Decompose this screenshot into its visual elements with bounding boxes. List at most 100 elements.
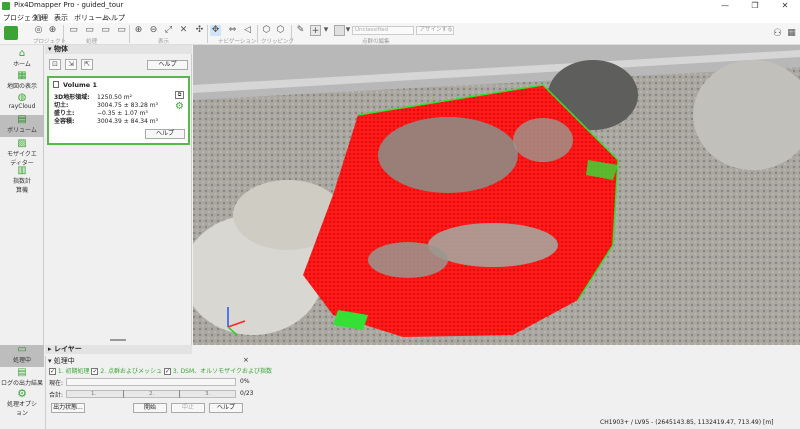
user-account-icon[interactable]: ⚇: [772, 28, 783, 39]
step3-checkbox[interactable]: ✓: [163, 368, 171, 375]
stop-button[interactable]: 中止: [171, 403, 205, 413]
point-cloud-view: [193, 45, 800, 354]
close-processing-icon[interactable]: ×: [243, 356, 249, 364]
current-progress-bar: [66, 378, 236, 386]
import-volume-button[interactable]: ⇲: [65, 59, 77, 70]
navigation-fly-icon[interactable]: ◁: [242, 25, 253, 36]
toolbar-group-clipping: クリッピング: [261, 39, 295, 45]
window-title: Pix4Dmapper Pro - guided_tour: [14, 1, 124, 9]
volume-card[interactable]: Volume 1 3D地形領域: 1250.50 m² 切土: 3004.75 ± …: [47, 76, 190, 145]
layers-section-header[interactable]: ▸ レイヤー: [45, 345, 192, 354]
total-label: 合計:: [49, 392, 64, 399]
process-step4-icon[interactable]: ▭: [116, 25, 127, 36]
step2-checkbox[interactable]: ✓: [91, 368, 99, 375]
processing-help-button[interactable]: ヘルプ: [209, 403, 243, 413]
raycloud-icon: ◍: [17, 92, 27, 103]
new-volume-button[interactable]: ⊡: [49, 59, 61, 70]
nav-volumes[interactable]: ▤ ボリューム: [0, 115, 44, 137]
volume-name: Volume 1: [63, 81, 97, 89]
nav-processing-options-label: 処理オプション: [7, 401, 38, 417]
nav-map-view[interactable]: ▦ 地図の表示: [0, 70, 44, 91]
layer-color-icon[interactable]: [334, 25, 345, 36]
toolbar-separator: [257, 25, 258, 43]
objects-title: 物体: [53, 45, 68, 53]
process-step3-icon[interactable]: ▭: [100, 25, 111, 36]
nav-processing[interactable]: ▭ 処理中: [0, 345, 44, 367]
home-icon: ⌂: [18, 48, 26, 59]
settings-gear-icon[interactable]: ⚙: [175, 102, 185, 112]
nav-processing-label: 処理中: [12, 357, 31, 364]
nav-index-calculator[interactable]: ▥ 指数計算機: [0, 166, 44, 195]
nav-map-view-label: 地図の表示: [6, 83, 37, 90]
step1-checkbox[interactable]: ✓: [49, 368, 56, 375]
options-gear-icon: ⚙: [17, 387, 27, 400]
minimize-button[interactable]: —: [710, 0, 740, 12]
objects-panel: ▾ 物体 ⊡ ⇲ ⇱ ヘルプ Volume 1 3D地形領域: 1250.50 m…: [45, 45, 192, 345]
menu-view[interactable]: 表示: [54, 13, 68, 23]
3d-viewport[interactable]: [193, 45, 800, 354]
maximize-button[interactable]: ❐: [740, 0, 770, 12]
nav-home-label: ホーム: [13, 61, 31, 68]
toolbar-group-view: 表示: [158, 39, 170, 45]
toolbar-group-process: 処理: [86, 39, 98, 45]
left-nav: ⌂ ホーム ▦ 地図の表示 ◍ rayCloud ▤ ボリューム ▨ モザイクエ…: [0, 45, 44, 345]
process-step2-icon[interactable]: ▭: [84, 25, 95, 36]
output-status-button[interactable]: 出力状態...: [51, 403, 85, 413]
objects-help-button[interactable]: ヘルプ: [147, 60, 188, 70]
nav-processing-options[interactable]: ⚙ 処理オプション: [0, 387, 44, 417]
point-class-field[interactable]: Unclassified: [352, 26, 414, 35]
fullscreen-icon[interactable]: ✕: [178, 25, 189, 36]
toolbar-group-navigation: ナビゲーション: [218, 39, 257, 45]
menu-process[interactable]: 処理: [34, 13, 48, 23]
map-icon: ▦: [17, 70, 27, 81]
zoom-extent-icon[interactable]: ⤢: [163, 25, 174, 36]
current-percent: 0%: [240, 378, 250, 385]
toolbar-group-point-edit: 点群の編集: [362, 39, 390, 45]
total-progress-bar: 1. 2. 3.: [66, 390, 236, 398]
step3-label: 3. DSM、オルソモザイクおよび指数: [172, 368, 273, 375]
copy-icon[interactable]: ⧉: [175, 91, 184, 99]
toolbar-group-project: プロジェクト: [33, 39, 67, 45]
nav-mosaic-editor[interactable]: ▨ モザイクエディター: [0, 138, 44, 168]
clipping-box-icon[interactable]: ⬡: [261, 25, 272, 36]
splitter-handle[interactable]: [110, 339, 126, 341]
objects-section-header[interactable]: ▾ 物体: [45, 45, 192, 54]
mosaic-icon: ▨: [17, 138, 27, 149]
toolbar: ◎ ⊕ プロジェクト ▭ ▭ ▭ ▭ 処理 ⊕ ⊖ ⤢ ✕ ✣ 表示 ✥ ⇔ ◁…: [0, 23, 800, 45]
segment-1-label: 1.: [91, 391, 97, 397]
zoom-out-icon[interactable]: ⊖: [148, 25, 159, 36]
toolbar-separator: [63, 25, 64, 43]
nav-log-output[interactable]: ▤ ログの出力結果: [0, 368, 44, 388]
clipping-plane-icon[interactable]: ⬡: [275, 25, 286, 36]
close-window-button[interactable]: ✕: [770, 0, 800, 12]
export-volume-button[interactable]: ⇱: [81, 59, 93, 70]
nav-index-calculator-label: 指数計算機: [12, 178, 31, 194]
chevron-down-icon[interactable]: ▾: [323, 25, 329, 36]
menu-help[interactable]: ヘルプ: [104, 13, 125, 23]
navigation-orbit-icon[interactable]: ⇔: [227, 25, 238, 36]
edit-pencil-icon[interactable]: ✎: [295, 25, 306, 36]
center-view-icon[interactable]: ✣: [194, 25, 205, 36]
volume-help-button[interactable]: ヘルプ: [145, 129, 185, 139]
current-label: 現在:: [49, 380, 64, 387]
bottom-area: ▸ レイヤー ▭ 処理中 ▤ ログの出力結果 ⚙ 処理オプション ▾ 処理中 ×…: [0, 345, 800, 429]
pix4d-logo-icon: [4, 26, 18, 40]
start-button[interactable]: 開始: [133, 403, 167, 413]
open-project-icon[interactable]: ⊕: [47, 25, 58, 36]
segment-divider: [123, 390, 124, 398]
add-icon[interactable]: +: [310, 25, 321, 36]
zoom-in-icon[interactable]: ⊕: [133, 25, 144, 36]
volume-doc-icon: [53, 81, 59, 88]
nav-home[interactable]: ⌂ ホーム: [0, 48, 44, 69]
navigation-move-icon[interactable]: ✥: [210, 25, 221, 36]
chevron-down-icon[interactable]: ▾: [345, 25, 351, 36]
nav-raycloud[interactable]: ◍ rayCloud: [0, 92, 44, 111]
title-bar: Pix4Dmapper Pro - guided_tour — ❐ ✕: [0, 0, 800, 12]
status-bar-coordinates: CH1903+ / LV95 - (2645143.85, 1132419.47…: [600, 419, 774, 426]
new-project-icon[interactable]: ◎: [33, 25, 44, 36]
processing-title[interactable]: ▾ 処理中: [48, 356, 75, 366]
assign-button[interactable]: アサインする: [416, 26, 454, 35]
toolbar-separator: [129, 25, 130, 43]
process-step1-icon[interactable]: ▭: [68, 25, 79, 36]
grid-menu-icon[interactable]: ▦: [786, 28, 797, 39]
